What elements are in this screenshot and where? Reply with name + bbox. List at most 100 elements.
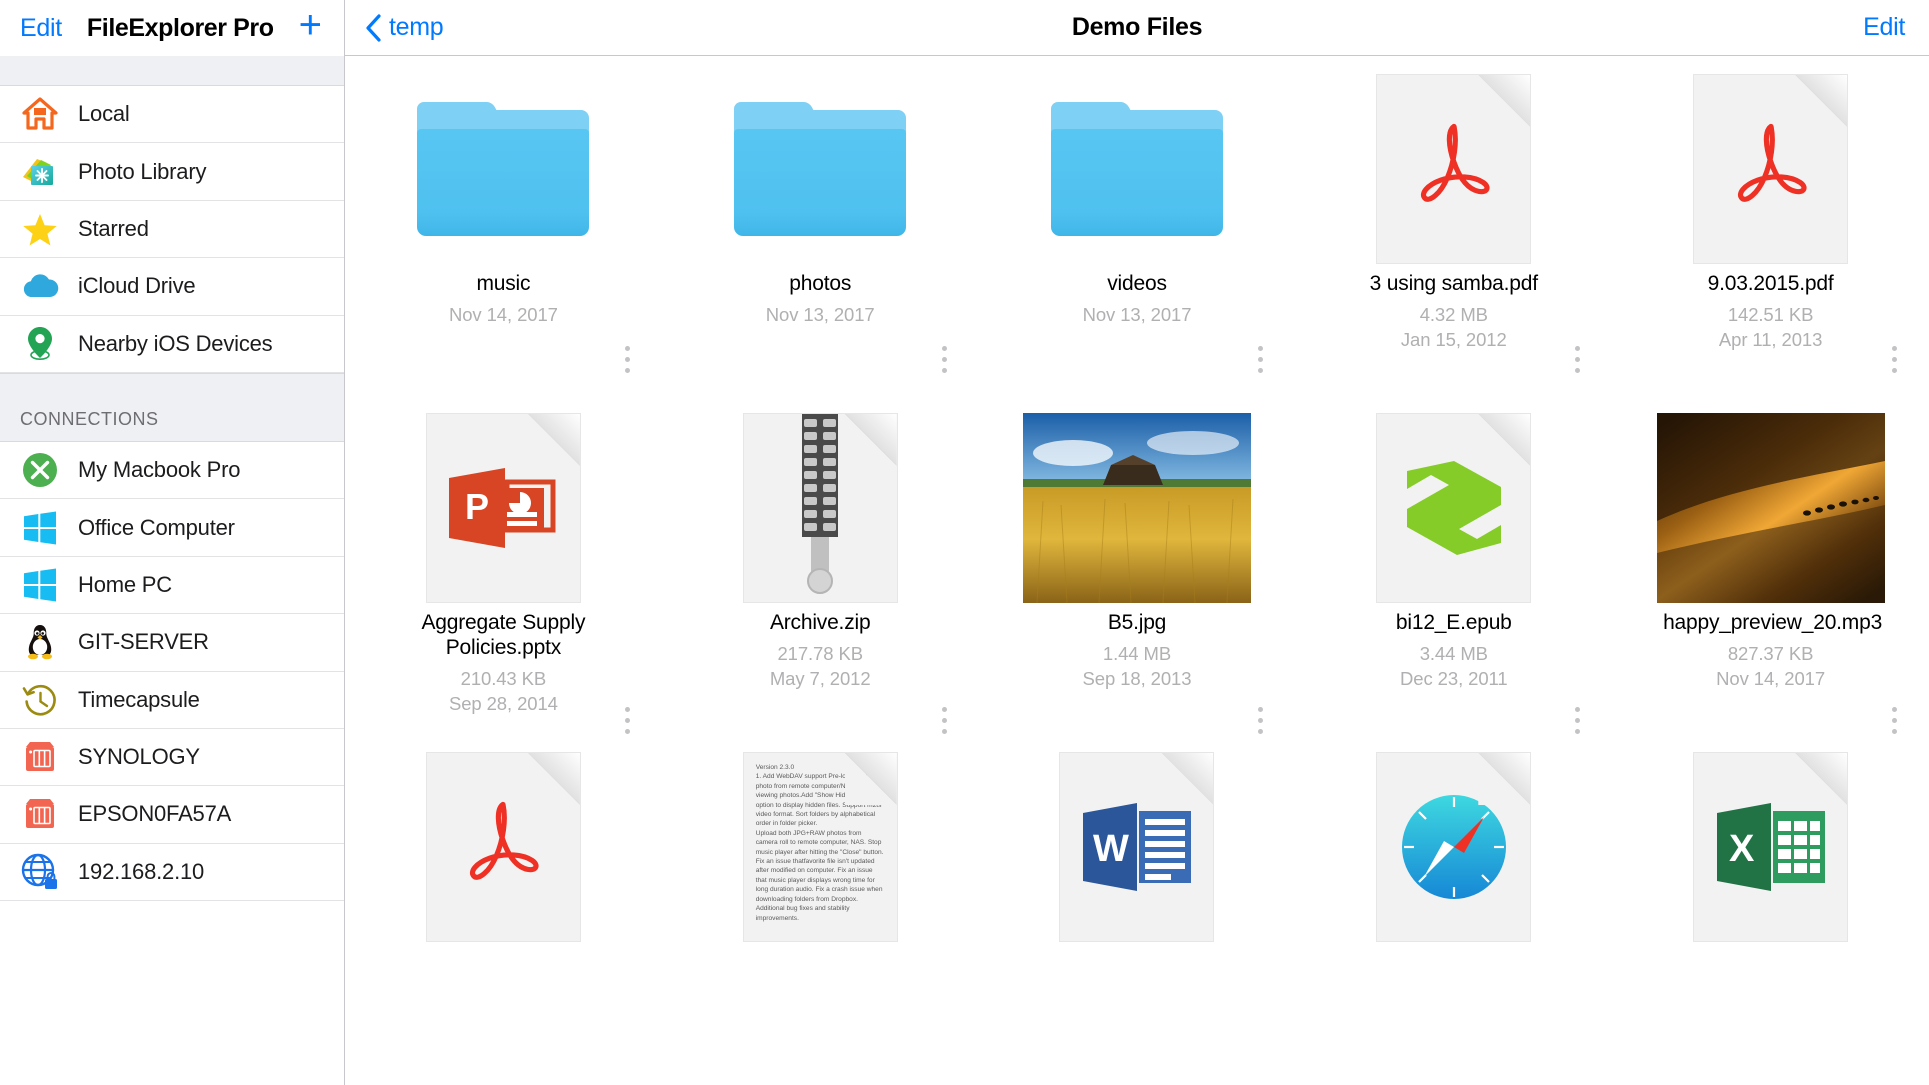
- file-menu-button[interactable]: [1886, 701, 1903, 740]
- file-name: 3 using samba.pdf: [1369, 272, 1538, 295]
- file-menu-button[interactable]: [1252, 701, 1269, 740]
- file-menu-button[interactable]: [619, 340, 636, 379]
- text-document-icon: Version 2.3.0 1. Add WebDAV support Pre-…: [742, 752, 898, 942]
- location-pin-icon: [20, 324, 60, 364]
- sidebar-item-home-pc[interactable]: Home PC: [0, 556, 344, 615]
- back-button[interactable]: temp: [365, 13, 444, 43]
- file-item-row3-word[interactable]: W: [979, 752, 1296, 1085]
- file-item-row3-excel[interactable]: X: [1612, 752, 1929, 1085]
- main-content: temp Demo Files Edit music Nov 14, 2017: [345, 0, 1929, 1085]
- file-item-9-03-2015-pdf[interactable]: 9.03.2015.pdf 142.51 KB Apr 11, 2013: [1612, 74, 1929, 413]
- sidebar-item-192-168-2-10[interactable]: 192.168.2.10: [0, 843, 344, 902]
- pdf-icon: [1376, 74, 1532, 264]
- file-size: 142.51 KB: [1727, 304, 1814, 325]
- image-thumbnail-desert-camels: [1656, 413, 1885, 603]
- windows-icon: [20, 508, 60, 548]
- file-date: Jan 15, 2012: [1400, 329, 1507, 350]
- timecapsule-clock-icon: [20, 680, 60, 720]
- file-menu-button[interactable]: [1886, 340, 1903, 379]
- sidebar-item-timecapsule[interactable]: Timecapsule: [0, 671, 344, 729]
- sidebar-item-label: 192.168.2.10: [78, 858, 205, 884]
- connections-section-header: CONNECTIONS: [0, 372, 344, 442]
- mac-x-icon: [20, 450, 60, 490]
- sidebar-item-local[interactable]: Local: [0, 86, 344, 144]
- file-menu-button[interactable]: [619, 701, 636, 740]
- thumbnail: [662, 413, 979, 603]
- star-icon: [20, 209, 60, 249]
- windows-icon: [20, 565, 60, 605]
- sidebar-header: Edit FileExplorer Pro +: [0, 0, 344, 56]
- file-size: 3.44 MB: [1419, 643, 1488, 664]
- file-menu-button[interactable]: [1569, 340, 1586, 379]
- file-item-archive-zip[interactable]: Archive.zip 217.78 KB May 7, 2012: [662, 413, 979, 752]
- thumbnail: [1612, 74, 1929, 264]
- file-item-videos[interactable]: videos Nov 13, 2017: [979, 74, 1296, 413]
- sidebar: Edit FileExplorer Pro + Local Photo Libr…: [0, 0, 345, 1085]
- file-item-row3-text-document[interactable]: Version 2.3.0 1. Add WebDAV support Pre-…: [662, 752, 979, 1085]
- file-item-aggregate-supply-policies-pptx[interactable]: P Aggregate Supply Policies.pptx 210.43 …: [345, 413, 662, 752]
- file-date: Nov 13, 2017: [1082, 304, 1192, 325]
- file-item-happy-preview-20-mp3[interactable]: happy_preview_20.mp3 827.37 KB Nov 14, 2…: [1612, 413, 1929, 752]
- sidebar-item-starred[interactable]: Starred: [0, 200, 344, 259]
- zip-icon: [742, 413, 898, 603]
- sidebar-item-label: SYNOLOGY: [78, 744, 200, 770]
- file-name: B5.jpg: [1107, 611, 1167, 634]
- sidebar-edit-button[interactable]: Edit: [20, 14, 62, 43]
- main-edit-button[interactable]: Edit: [1863, 13, 1905, 42]
- sidebar-item-my-macbook-pro[interactable]: My Macbook Pro: [0, 441, 344, 500]
- file-name: photos: [789, 272, 852, 295]
- file-name: 9.03.2015.pdf: [1707, 272, 1834, 295]
- sidebar-item-icloud-drive[interactable]: iCloud Drive: [0, 258, 344, 316]
- file-item-b5-jpg[interactable]: B5.jpg 1.44 MB Sep 18, 2013: [979, 413, 1296, 752]
- connections-label: CONNECTIONS: [20, 408, 159, 429]
- sidebar-item-nearby-ios-devices[interactable]: Nearby iOS Devices: [0, 315, 344, 373]
- image-thumbnail-wheat-field: [1022, 413, 1251, 603]
- main-header: temp Demo Files Edit: [345, 0, 1929, 56]
- folder-icon: [417, 102, 590, 236]
- back-button-label: temp: [389, 13, 444, 41]
- file-item-row3-safari[interactable]: [1295, 752, 1612, 1085]
- file-menu-button[interactable]: [936, 701, 953, 740]
- file-size: 210.43 KB: [460, 668, 547, 689]
- file-menu-button[interactable]: [1252, 340, 1269, 379]
- sidebar-item-label: My Macbook Pro: [78, 457, 241, 483]
- thumbnail: [1295, 752, 1612, 942]
- file-item-music[interactable]: music Nov 14, 2017: [345, 74, 662, 413]
- sidebar-item-synology[interactable]: SYNOLOGY: [0, 728, 344, 787]
- sidebar-item-epson0fa57a[interactable]: EPSON0FA57A: [0, 786, 344, 844]
- nas-icon: [20, 794, 60, 834]
- sidebar-list: Local Photo Library Starred iCloud Drive…: [0, 86, 344, 1085]
- file-item-row3-pdf[interactable]: [345, 752, 662, 1085]
- sidebar-item-photo-library[interactable]: Photo Library: [0, 143, 344, 201]
- file-menu-button[interactable]: [936, 340, 953, 379]
- home-icon: [20, 94, 60, 134]
- folder-icon: [734, 102, 907, 236]
- file-item-photos[interactable]: photos Nov 13, 2017: [662, 74, 979, 413]
- chevron-left-icon: [366, 13, 381, 42]
- file-item-3-using-samba-pdf[interactable]: 3 using samba.pdf 4.32 MB Jan 15, 2012: [1295, 74, 1612, 413]
- file-date: Nov 13, 2017: [765, 304, 875, 325]
- file-date: Sep 18, 2013: [1082, 668, 1192, 689]
- thumbnail: P: [345, 413, 662, 603]
- file-name: music: [476, 272, 531, 295]
- sidebar-item-label: GIT-SERVER: [78, 629, 209, 655]
- sidebar-item-label: Photo Library: [78, 158, 207, 184]
- thumbnail: [1295, 74, 1612, 264]
- file-date: Nov 14, 2017: [448, 304, 558, 325]
- sidebar-item-label: Timecapsule: [78, 686, 200, 712]
- sidebar-top-spacer: [0, 56, 344, 86]
- file-size: 827.37 KB: [1727, 643, 1814, 664]
- globe-lock-icon: [20, 852, 60, 892]
- add-connection-button[interactable]: +: [299, 5, 322, 45]
- folder-icon: [1050, 102, 1223, 236]
- sidebar-item-office-computer[interactable]: Office Computer: [0, 499, 344, 557]
- pdf-icon: [425, 752, 581, 942]
- cloud-icon: [20, 266, 60, 306]
- nas-icon: [20, 737, 60, 777]
- svg-text:P: P: [465, 486, 489, 527]
- thumbnail: [1612, 413, 1929, 603]
- file-menu-button[interactable]: [1569, 701, 1586, 740]
- thumbnail: W: [979, 752, 1296, 942]
- sidebar-item-git-server[interactable]: GIT-SERVER: [0, 614, 344, 672]
- file-item-bi12-e-epub[interactable]: bi12_E.epub 3.44 MB Dec 23, 2011: [1295, 413, 1612, 752]
